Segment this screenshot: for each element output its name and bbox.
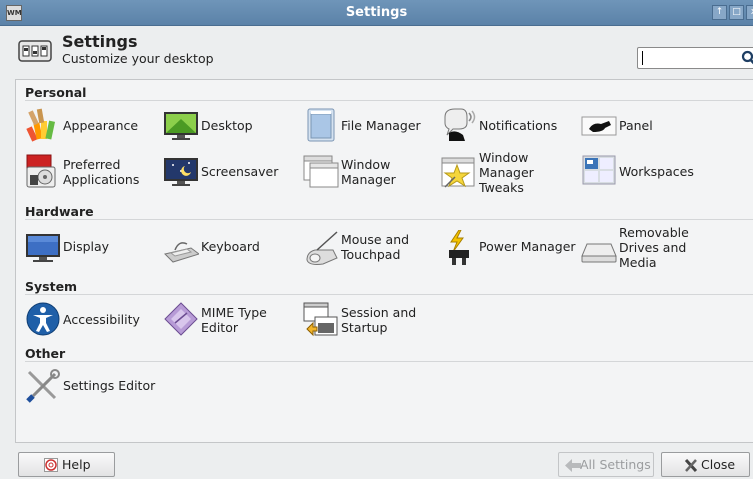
section-title-system: System [25,279,78,294]
back-arrow-icon [565,459,581,472]
item-session-startup[interactable]: Session and Startup [303,301,438,341]
item-settings-editor[interactable]: Settings Editor [25,368,175,408]
all-settings-button[interactable]: All Settings [558,452,654,477]
display-icon [26,234,60,262]
item-accessibility[interactable]: Accessibility [25,301,160,341]
removable-drives-icon [581,243,617,263]
item-window-manager-tweaks[interactable]: Window Manager Tweaks [441,150,576,195]
item-removable-drives[interactable]: Removable Drives and Media [581,225,716,270]
item-desktop[interactable]: Desktop [163,107,298,147]
item-power-manager[interactable]: Power Manager [441,230,576,270]
item-mouse-touchpad[interactable]: Mouse and Touchpad [303,230,438,270]
close-icon [684,459,698,472]
accessibility-icon [26,302,60,336]
window-manager-icon [303,155,339,188]
mime-type-icon [164,302,198,336]
search-input[interactable] [637,47,753,69]
item-label: Keyboard [201,239,260,254]
panel-icon [581,116,617,136]
section-title-other: Other [25,346,66,361]
item-label: Removable Drives and Media [619,225,689,270]
window-shade-button[interactable]: ↑ [712,5,727,20]
section-divider [25,361,753,362]
section-divider [25,100,753,101]
screensaver-icon [164,158,198,186]
help-button[interactable]: Help [18,452,115,477]
item-keyboard[interactable]: Keyboard [163,230,298,270]
item-screensaver[interactable]: Screensaver [163,153,298,193]
item-label: Mouse and Touchpad [341,232,410,262]
session-startup-icon [303,302,338,337]
item-file-manager[interactable]: File Manager [303,107,438,147]
item-label: Power Manager [479,239,576,254]
text-caret [642,51,643,65]
all-settings-label: All Settings [580,457,651,472]
power-manager-icon [449,230,469,265]
notifications-icon [444,108,476,141]
workspaces-icon [582,155,616,185]
item-label: Screensaver [201,164,279,179]
item-label: Workspaces [619,164,694,179]
window-titlebar[interactable]: WM Settings ↑ □ x [0,0,753,26]
file-manager-icon [307,108,335,142]
close-label: Close [701,457,736,472]
item-label: Desktop [201,118,253,133]
item-label: Session and Startup [341,305,417,335]
window-title: Settings [345,5,408,20]
item-workspaces[interactable]: Workspaces [581,153,716,193]
item-label: Notifications [479,118,558,133]
preferred-applications-icon [26,154,56,188]
desktop-icon [164,112,198,140]
item-label: Preferred Applications [63,157,140,187]
item-label: MIME Type Editor [201,305,267,335]
appearance-icon [26,108,56,142]
item-label: Appearance [63,118,139,133]
window-close-button[interactable]: x [746,5,753,20]
section-title-hardware: Hardware [25,204,94,219]
item-window-manager[interactable]: Window Manager [303,153,438,193]
page-title: Settings [62,32,138,51]
help-icon [44,458,58,472]
keyboard-icon [164,242,199,263]
item-label: Settings Editor [63,378,156,393]
window-maximize-button[interactable]: □ [729,5,744,20]
item-display[interactable]: Display [25,230,160,270]
item-label: Window Manager [341,157,396,187]
item-panel[interactable]: Panel [581,107,716,147]
section-title-personal: Personal [25,85,87,100]
item-notifications[interactable]: Notifications [441,107,576,147]
settings-panel: Personal Appearance Desktop File Manager… [15,79,753,443]
close-button[interactable]: Close [661,452,750,477]
item-label: Window Manager Tweaks [479,150,534,195]
item-appearance[interactable]: Appearance [25,107,160,147]
section-divider [25,294,753,295]
search-icon[interactable] [741,49,753,67]
item-label: Display [63,239,110,254]
item-label: File Manager [341,118,421,133]
item-preferred-applications[interactable]: Preferred Applications [25,153,160,193]
item-mime-type-editor[interactable]: MIME Type Editor [163,301,298,341]
settings-icon [18,40,52,62]
mouse-icon [306,231,338,265]
item-label: Accessibility [63,312,140,327]
section-divider [25,219,753,220]
page-subtitle: Customize your desktop [62,51,214,66]
help-label: Help [62,457,91,472]
footer: Help All Settings Close [0,443,753,479]
item-label: Panel [619,118,653,133]
window-manager-tweaks-icon [441,157,475,188]
settings-editor-icon [26,369,60,403]
